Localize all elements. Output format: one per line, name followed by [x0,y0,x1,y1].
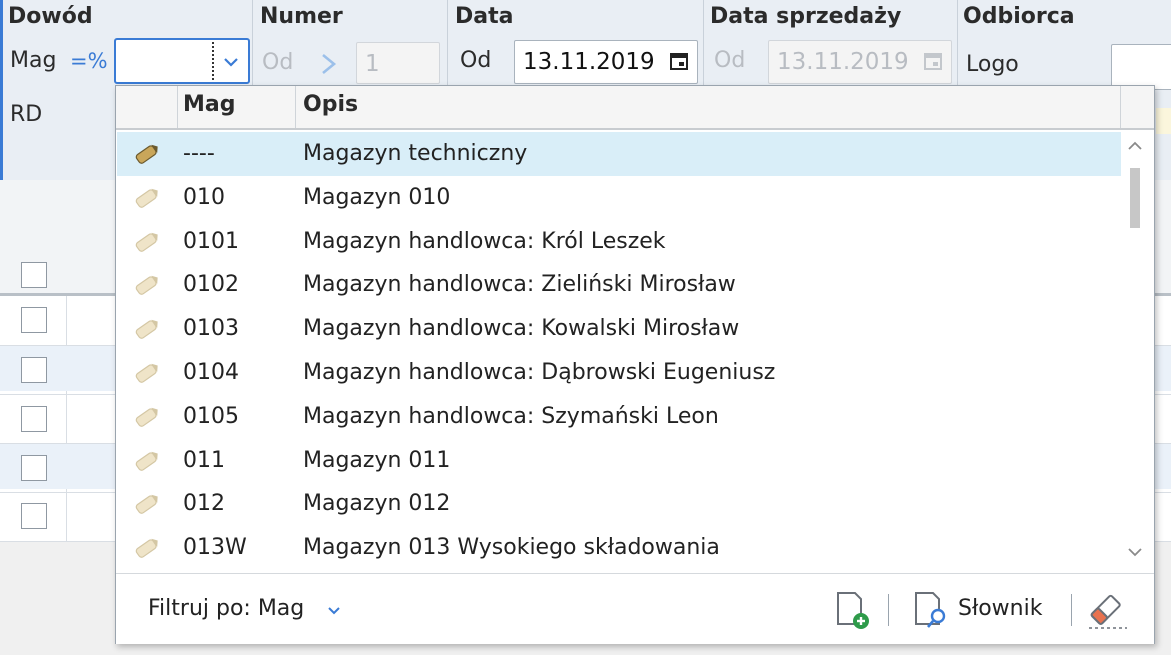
pencil-icon [135,319,158,340]
dropdown-row[interactable]: 0105 Magazyn handlowca: Szymański Leon [117,395,1121,439]
scroll-thumb[interactable] [1130,168,1140,228]
row-mag-code: 0104 [183,360,239,385]
row-description: Magazyn handlowca: Zieliński Mirosław [303,272,736,298]
mag-select[interactable] [114,38,250,84]
filter-by-dropdown[interactable]: Filtruj po: Mag [148,596,304,621]
dictionary-search-icon[interactable] [913,590,953,630]
row-description: Magazyn 013 Wysokiego składowania [303,535,720,561]
pencil-icon [135,363,158,383]
row-mag-code: 0103 [183,316,239,342]
row-mag-code: 013W [183,535,247,561]
row-checkbox[interactable] [21,503,47,529]
mag-label: Mag [10,48,57,73]
logo-label: Logo [966,52,1019,77]
row-description: Magazyn 011 [303,447,451,473]
select-all-checkbox[interactable] [21,262,47,288]
dropdown-row[interactable]: 0103 Magazyn handlowca: Kowalski Mirosław [117,307,1121,351]
greater-than-icon[interactable] [318,50,340,78]
numer-field[interactable]: 1 [356,42,440,84]
dropdown-row[interactable]: 0102 Magazyn handlowca: Zieliński Mirosła… [117,263,1121,307]
separator [447,0,448,88]
row-mag-code: 010 [183,184,225,210]
pencil-icon [135,188,158,208]
data-sprzedazy-od-label: Od [714,48,746,73]
eraser-icon[interactable] [1083,588,1131,632]
mag-dropdown[interactable]: Mag Opis ---- Magazyn techniczny 010 Magazy… [115,85,1155,644]
column-header-mag[interactable]: Mag [183,92,236,117]
row-checkbox[interactable] [21,406,47,432]
separator [957,0,958,88]
dropdown-header: Mag Opis [116,86,1154,130]
dowod-title: Dowód [8,4,93,29]
separator [252,0,253,88]
row-description: Magazyn techniczny [303,141,528,166]
dropdown-row[interactable]: 010 Magazyn 010 [117,176,1121,220]
data-sprzedazy-title: Data sprzedaży [710,4,902,29]
dropdown-footer: Filtruj po: Mag Słownik [116,573,1154,644]
dictionary-button[interactable]: Słownik [958,596,1042,621]
pencil-icon [135,407,158,427]
mag-operator[interactable]: =% [70,49,108,73]
calendar-icon[interactable] [923,51,943,71]
separator [703,0,704,88]
rd-label: RD [10,102,43,127]
highlight-strip [1156,108,1171,134]
data-sprzedazy-field[interactable]: 13.11.2019 [768,40,952,84]
row-description: Magazyn handlowca: Szymański Leon [303,403,719,429]
add-document-icon[interactable] [835,590,875,630]
row-checkbox[interactable] [21,307,47,333]
dropdown-row[interactable]: ---- Magazyn techniczny [117,132,1121,176]
pencil-icon [135,232,158,252]
row-mag-code: 0105 [183,403,239,429]
pencil-icon [135,144,158,164]
numer-title: Numer [260,4,343,29]
column-divider [66,296,67,541]
scrollbar[interactable] [1124,134,1146,564]
dropdown-row[interactable]: 0104 Magazyn handlowca: Dąbrowski Eugeniu… [117,351,1121,395]
row-mag-code: ---- [183,141,215,166]
scroll-down-icon[interactable] [1125,544,1145,560]
logo-field[interactable] [1111,44,1171,90]
row-mag-code: 0101 [183,228,239,254]
column-header-opis[interactable]: Opis [303,92,358,117]
pencil-icon [135,276,158,296]
dropdown-row[interactable]: 0101 Magazyn handlowca: Król Leszek [117,220,1121,264]
row-description: Magazyn handlowca: Dąbrowski Eugeniusz [303,360,776,385]
dropdown-row[interactable]: 011 Magazyn 011 [117,439,1121,483]
odbiorca-title: Odbiorca [963,4,1075,29]
dropdown-row[interactable]: 012 Magazyn 012 [117,482,1121,526]
pencil-icon [135,495,158,515]
data-od-label: Od [460,48,492,73]
scroll-up-icon[interactable] [1125,138,1145,154]
calendar-icon[interactable] [669,51,689,71]
row-description: Magazyn handlowca: Król Leszek [303,228,666,254]
row-description: Magazyn 010 [303,184,451,210]
pencil-icon [135,538,158,559]
row-mag-code: 0102 [183,272,239,298]
data-od-field[interactable]: 13.11.2019 [514,40,698,84]
row-description: Magazyn 012 [303,491,451,517]
dropdown-row[interactable]: 013W Magazyn 013 Wysokiego składowania [117,526,1121,570]
row-description: Magazyn handlowca: Kowalski Mirosław [303,316,740,342]
numer-od-label: Od [262,50,294,75]
chevron-down-icon[interactable] [326,604,342,618]
row-checkbox[interactable] [21,357,47,383]
data-title: Data [455,4,514,29]
pencil-icon [135,451,158,471]
row-mag-code: 012 [183,491,225,517]
chevron-down-icon[interactable] [220,52,242,72]
row-checkbox[interactable] [21,455,47,481]
row-mag-code: 011 [183,447,225,473]
